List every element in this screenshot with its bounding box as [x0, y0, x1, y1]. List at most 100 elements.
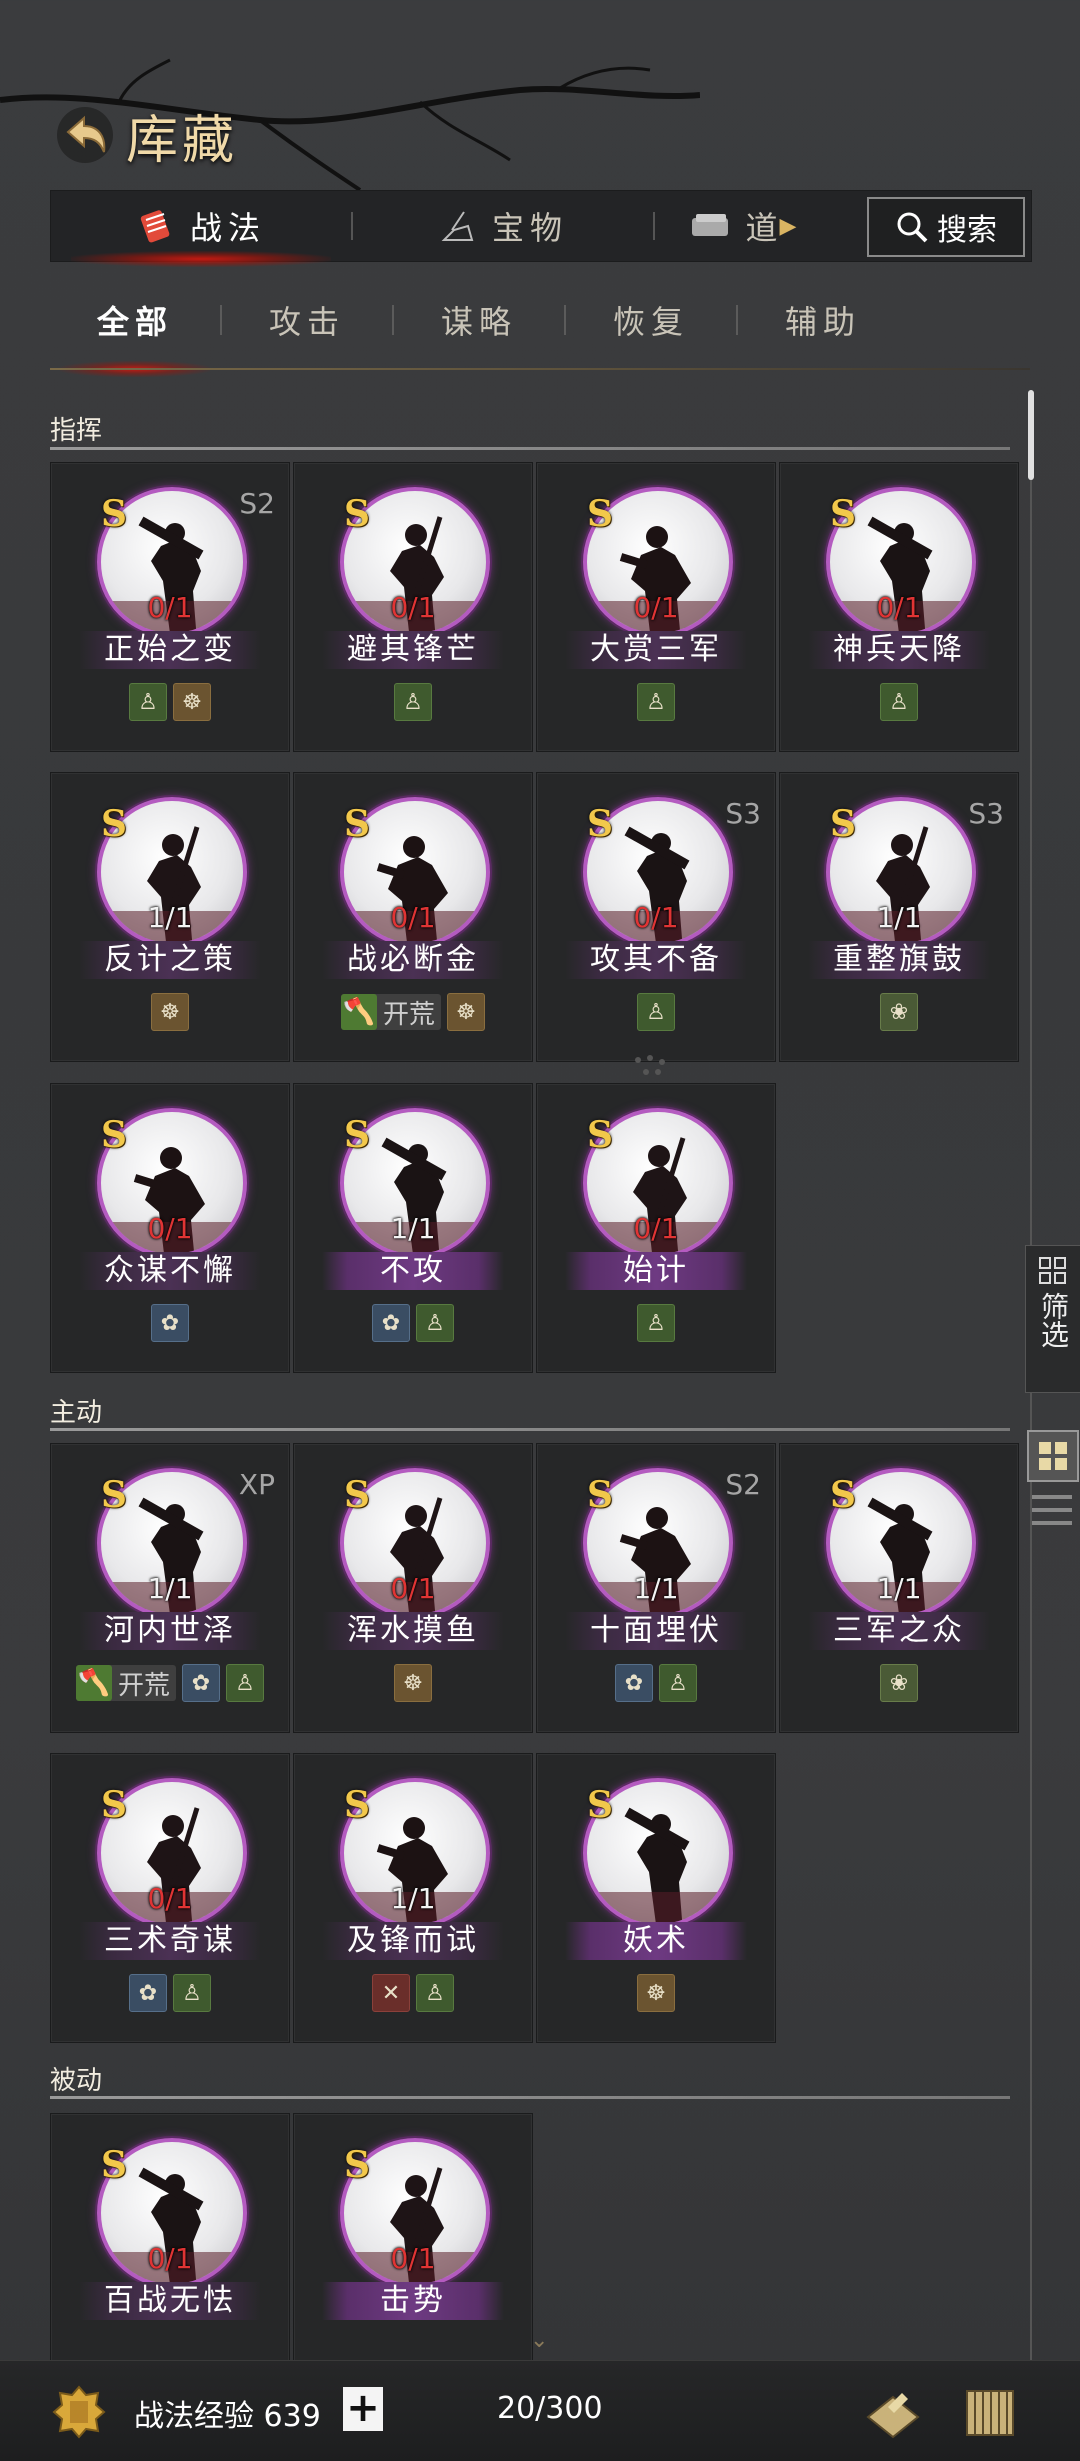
tactic-tags: ♙ [537, 993, 775, 1031]
section-title-passive: 被动 [50, 2066, 103, 2096]
grade-badge: S [344, 803, 370, 845]
subtab-strategy[interactable]: 谋略 [394, 297, 564, 343]
owned-count: 0/1 [147, 1212, 193, 1245]
tactic-card[interactable]: S 0/1 众谋不懈 ✿ [50, 1083, 290, 1373]
tactic-card[interactable]: S 0/1 浑水摸鱼 ☸ [293, 1443, 533, 1733]
tactic-storage-icon[interactable] [955, 2377, 1025, 2447]
tactic-card[interactable]: S 0/1 三术奇谋 ✿ ♙ [50, 1753, 290, 2043]
season-tag: S2 [239, 487, 275, 520]
grid-view-icon [1039, 1442, 1067, 1470]
tactic-tags: ✿ ♙ [51, 1974, 289, 2012]
troop-type-icon: ❀ [880, 1664, 918, 1702]
tactic-card[interactable]: S 1/1 不攻 ✿ ♙ [293, 1083, 533, 1373]
tactic-tags: 🪓 开荒 ✿ ♙ [51, 1664, 289, 1702]
back-arrow-icon [57, 107, 113, 163]
tactic-tags: ✿ ♙ [537, 1664, 775, 1702]
tactic-name: 重整旗鼓 [808, 941, 990, 979]
tactic-card[interactable]: S 1/1 及锋而试 ✕ ♙ [293, 1753, 533, 2043]
grade-badge: S [587, 803, 613, 845]
search-label: 搜索 [937, 213, 997, 248]
grade-badge: S [101, 1114, 127, 1156]
owned-count: 1/1 [147, 901, 193, 934]
tab-tactics[interactable]: 战法 [51, 191, 351, 267]
tactic-card[interactable]: S 0/1 神兵天降 ♙ [779, 462, 1019, 752]
section-title-command: 指挥 [50, 416, 103, 446]
grade-badge: S [101, 2144, 127, 2186]
tactic-card[interactable]: S 0/1 避其锋芒 ♙ [293, 462, 533, 752]
owned-count: 1/1 [633, 1572, 679, 1605]
tactic-name: 浑水摸鱼 [322, 1612, 504, 1650]
tab-items-label: 道 [745, 209, 784, 247]
grade-badge: S [344, 1784, 370, 1826]
owned-count: 1/1 [390, 1882, 436, 1915]
tactic-tags: ❀ [780, 1664, 1018, 1702]
loading-dots-decoration [635, 1055, 665, 1075]
subtab-recovery[interactable]: 恢复 [566, 297, 736, 343]
subtab-attack[interactable]: 攻击 [222, 297, 392, 343]
troop-type-icon: ♙ [637, 683, 675, 721]
tactic-tags: ♙ [294, 683, 532, 721]
troop-type-icon: ☸ [637, 1974, 675, 2012]
filter-tabs: 全部 攻击 谋略 恢复 辅助 [50, 280, 1030, 377]
grade-badge: S [344, 493, 370, 535]
scrollbar-thumb[interactable] [1028, 390, 1034, 480]
owned-count: 1/1 [876, 1572, 922, 1605]
troop-type-icon: ☸ [394, 1664, 432, 1702]
tactic-name: 战必断金 [322, 941, 504, 979]
tactic-card[interactable]: S 0/1 大赏三军 ♙ [536, 462, 776, 752]
tactic-tags: ☸ [294, 1664, 532, 1702]
pioneer-label: 开荒 [382, 999, 435, 1030]
tactic-name: 避其锋芒 [322, 631, 504, 669]
tab-items[interactable]: 道 ▶ [655, 191, 835, 261]
subtab-underline [50, 368, 1030, 370]
tactic-card[interactable]: S S2 1/1 十面埋伏 ✿ ♙ [536, 1443, 776, 1733]
grid-view-toggle[interactable] [1027, 1430, 1079, 1482]
troop-type-icon: ♙ [173, 1974, 211, 2012]
tactic-card[interactable]: S XP 1/1 河内世泽 🪓 开荒 ✿ ♙ [50, 1443, 290, 1733]
owned-count: 0/1 [147, 591, 193, 624]
tactic-scroll-icon [140, 210, 170, 243]
filter-button[interactable]: 筛选 [1025, 1245, 1080, 1393]
tactic-name: 正始之变 [79, 631, 261, 669]
tactic-name: 击势 [322, 2282, 504, 2320]
tactic-card[interactable]: S 1/1 三军之众 ❀ [779, 1443, 1019, 1733]
grade-badge: S [344, 1474, 370, 1516]
owned-count: 0/1 [147, 2242, 193, 2275]
tactic-name: 三术奇谋 [79, 1922, 261, 1960]
tactic-card[interactable]: S 0/1 战必断金 🪓 开荒 ☸ [293, 772, 533, 1062]
subtab-all[interactable]: 全部 [50, 297, 220, 377]
convert-tactic-icon[interactable] [858, 2377, 928, 2447]
troop-type-icon: ♙ [129, 683, 167, 721]
owned-count: 0/1 [147, 1882, 193, 1915]
troop-type-icon: ♙ [416, 1304, 454, 1342]
add-exp-button[interactable]: + [343, 2387, 383, 2431]
header: 库藏 [50, 95, 238, 175]
tactic-name: 河内世泽 [79, 1612, 261, 1650]
tactic-card[interactable]: S S2 0/1 正始之变 ♙ ☸ [50, 462, 290, 752]
troop-type-icon: ☸ [447, 993, 485, 1031]
tactic-tags: ♙ [537, 683, 775, 721]
season-tag: S3 [968, 797, 1004, 830]
subtab-support[interactable]: 辅助 [738, 297, 908, 343]
tactic-card[interactable]: S 1/1 反计之策 ☸ [50, 772, 290, 1062]
list-view-toggle[interactable] [1032, 1490, 1072, 1530]
tactic-name: 攻其不备 [565, 941, 747, 979]
tactic-card[interactable]: S S3 0/1 攻其不备 ♙ [536, 772, 776, 1062]
owned-count: 1/1 [147, 1572, 193, 1605]
search-button[interactable]: 搜索 [867, 197, 1025, 257]
back-button[interactable] [50, 100, 120, 170]
tactic-card[interactable]: S 妖术 ☸ [536, 1753, 776, 2043]
pioneer-icon: 🪓 [340, 994, 377, 1030]
list-view-icon [1032, 1521, 1072, 1526]
tactic-card[interactable]: S S3 1/1 重整旗鼓 ❀ [779, 772, 1019, 1062]
grade-badge: S [587, 1474, 613, 1516]
troop-type-icon: ♙ [880, 683, 918, 721]
tab-treasure[interactable]: 宝物 [353, 191, 653, 261]
tactic-card[interactable]: S 0/1 始计 ♙ [536, 1083, 776, 1373]
tactic-name: 不攻 [322, 1252, 504, 1290]
troop-type-icon: ✿ [129, 1974, 167, 2012]
tactic-name: 三军之众 [808, 1612, 990, 1650]
tactic-exp-icon [52, 2385, 106, 2439]
tab-scroll-arrow-icon[interactable]: ▶ [780, 214, 803, 239]
tactic-tags: 🪓 开荒 ☸ [294, 993, 532, 1031]
